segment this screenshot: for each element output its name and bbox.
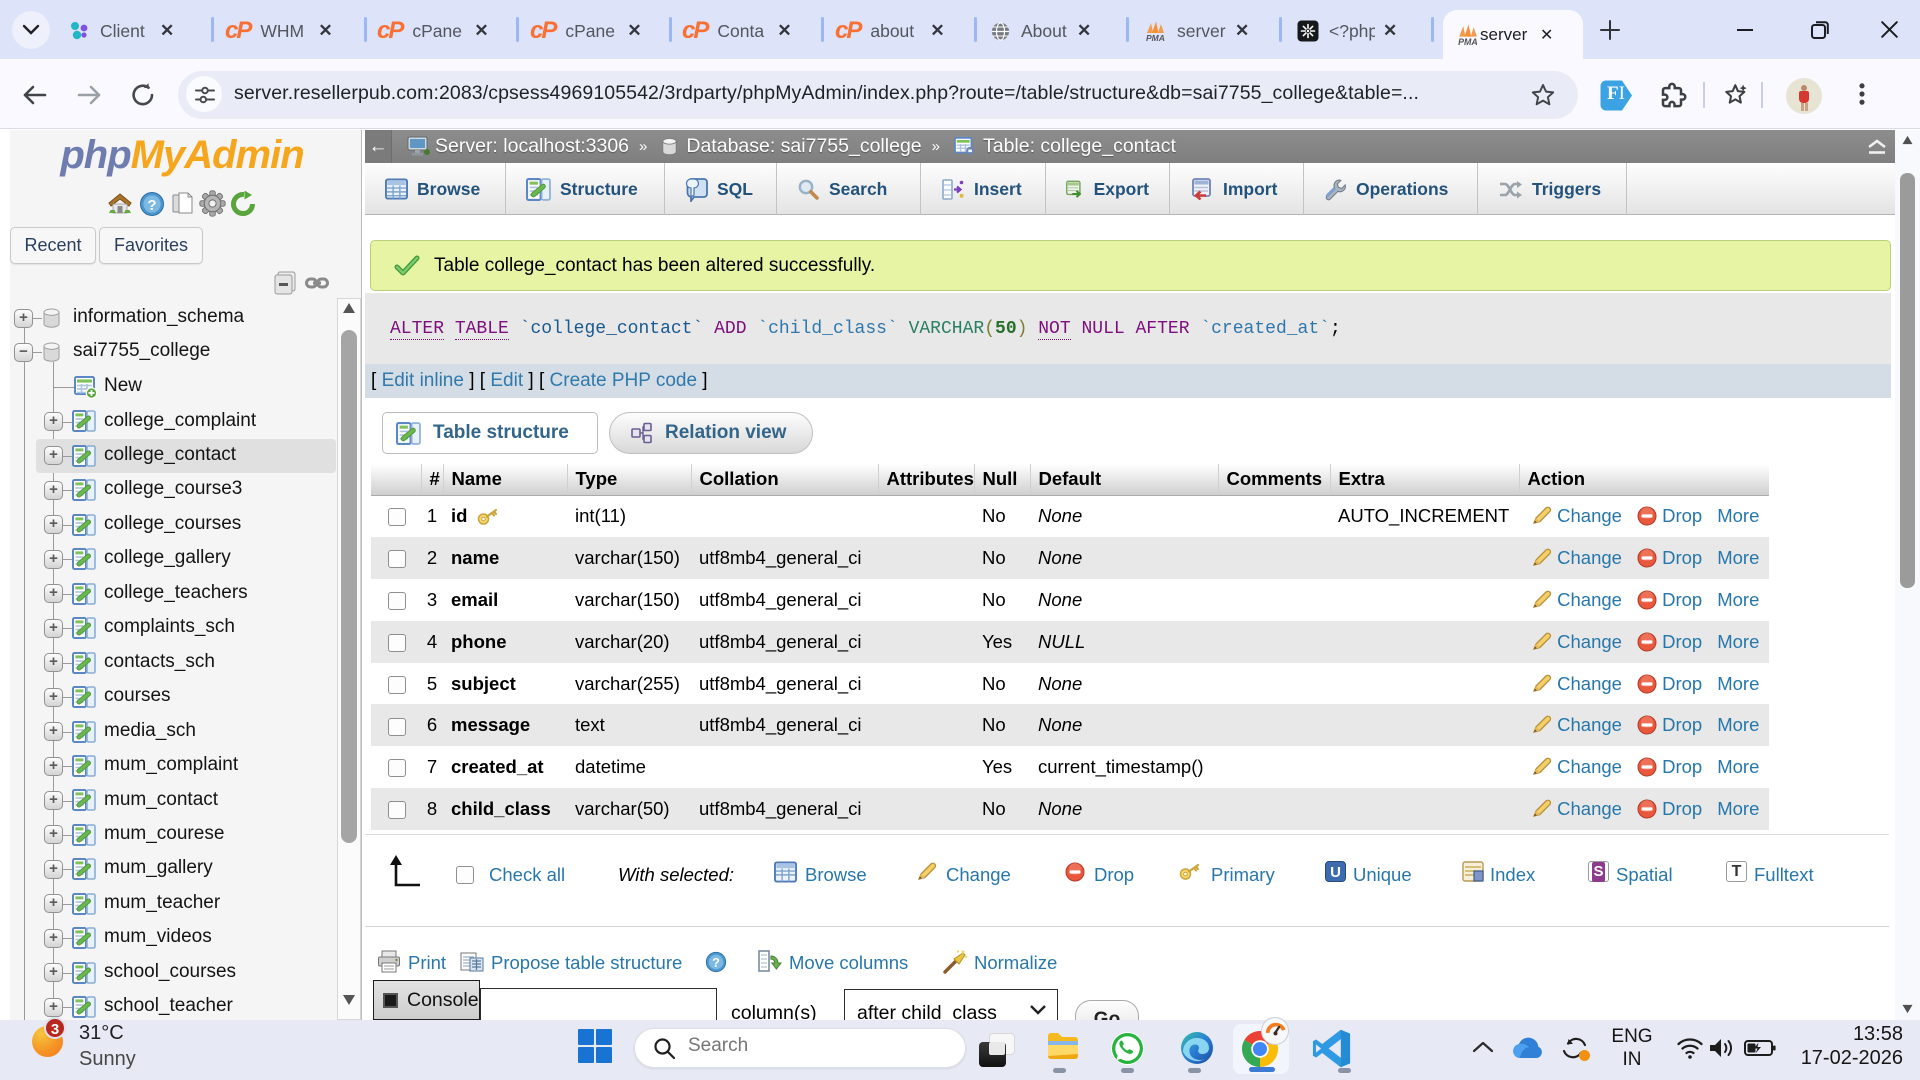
svg-text:?: ? [147,197,156,214]
svg-text:?: ? [712,956,720,970]
svg-text:PMA: PMA [1458,37,1478,46]
svg-text:PMA: PMA [1146,33,1165,42]
